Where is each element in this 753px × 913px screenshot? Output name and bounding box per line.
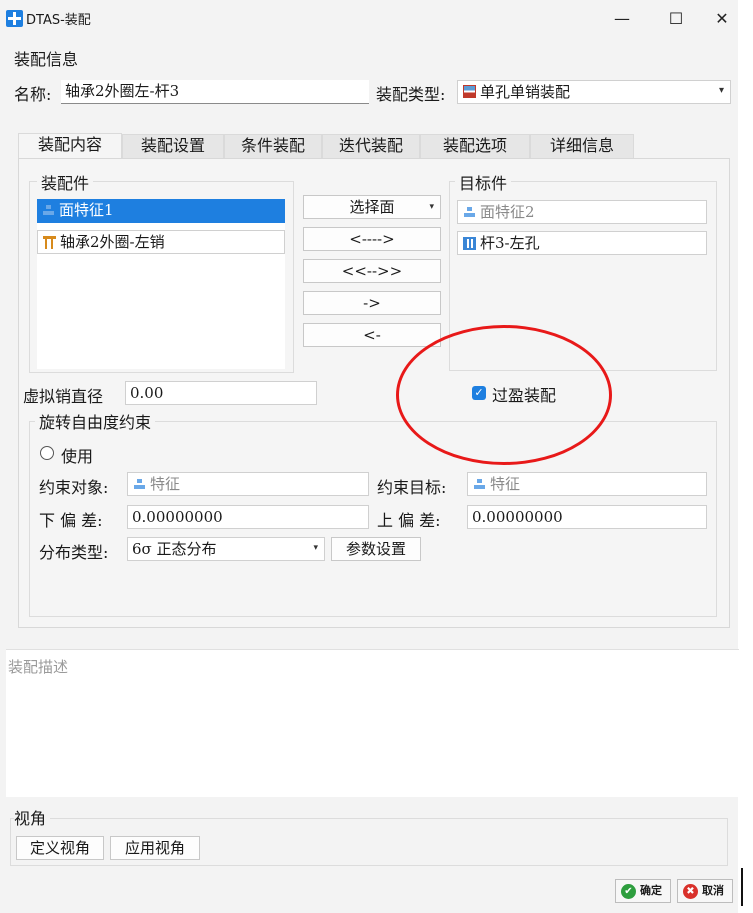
constraint-object-input[interactable]: 特征	[127, 472, 369, 496]
title-bar: DTAS-装配 — ☐ ✕	[0, 0, 738, 38]
cancel-button[interactable]: ✖ 取消	[677, 879, 733, 903]
use-radio[interactable]	[40, 446, 54, 460]
list-item[interactable]: 杆3-左孔	[457, 231, 707, 255]
assembly-description-textarea[interactable]: 装配描述	[6, 649, 739, 797]
list-item[interactable]: 面特征2	[457, 200, 707, 224]
feature-icon	[133, 478, 146, 491]
ok-button[interactable]: ✔ 确定	[615, 879, 671, 903]
lower-deviation-label: 下 偏 差:	[39, 511, 103, 530]
list-item-label: 杆3-左孔	[480, 234, 540, 252]
list-item[interactable]: 面特征1	[37, 199, 285, 223]
assembly-parts-list[interactable]: 面特征1 轴承2外圈-左销	[37, 199, 285, 369]
rotation-constraint-label: 旋转自由度约束	[35, 409, 156, 433]
maximize-button[interactable]: ☐	[654, 4, 698, 34]
distribution-type-value: 6σ 正态分布	[132, 540, 217, 558]
pair-button[interactable]: <---->	[303, 227, 441, 251]
assembly-type-icon	[463, 85, 476, 98]
feature-icon	[473, 478, 486, 491]
cursor-line	[741, 868, 743, 906]
close-button[interactable]: ✕	[700, 4, 744, 34]
tab-assembly-content[interactable]: 装配内容	[18, 133, 122, 159]
tab-panel-assembly-content: 装配件 面特征1 轴承2外圈-左销 选择面 ▾ <----> <<-->> ->…	[18, 158, 730, 628]
cancel-circle-icon: ✖	[683, 884, 698, 899]
tab-conditional-assembly[interactable]: 条件装配	[224, 134, 322, 158]
tab-iterative-assembly[interactable]: 迭代装配	[322, 134, 420, 158]
check-circle-icon: ✔	[621, 884, 636, 899]
use-label: 使用	[61, 447, 94, 466]
constraint-object-label: 约束对象:	[39, 478, 109, 497]
cancel-button-label: 取消	[702, 884, 724, 897]
face-feature-icon	[42, 204, 55, 217]
parameter-settings-button[interactable]: 参数设置	[331, 537, 421, 561]
distribution-type-select[interactable]: 6σ 正态分布 ▾	[127, 537, 325, 561]
pin-icon	[43, 236, 56, 249]
chevron-down-icon: ▾	[429, 202, 434, 212]
upper-deviation-input[interactable]: 0.00000000	[467, 505, 707, 529]
select-face-label: 选择面	[349, 198, 395, 216]
target-parts-label: 目标件	[455, 170, 512, 194]
assembly-type-value: 单孔单销装配	[480, 83, 571, 101]
face-feature-icon	[463, 206, 476, 219]
ok-button-label: 确定	[640, 884, 662, 897]
list-item[interactable]: 轴承2外圈-左销	[37, 230, 285, 254]
list-item-label: 面特征1	[59, 201, 114, 219]
pair-all-button[interactable]: <<-->>	[303, 259, 441, 283]
rod-icon	[463, 237, 476, 250]
assembly-info-label: 装配信息	[14, 50, 79, 69]
list-item-label: 面特征2	[480, 203, 535, 221]
name-input[interactable]: 轴承2外圈左-杆3	[61, 80, 369, 104]
view-angle-label: 视角	[14, 805, 51, 829]
define-view-button[interactable]: 定义视角	[16, 836, 104, 860]
window-title: DTAS-装配	[26, 13, 91, 28]
upper-deviation-label: 上 偏 差:	[377, 511, 441, 530]
tab-assembly-options[interactable]: 装配选项	[420, 134, 530, 158]
lower-deviation-input[interactable]: 0.00000000	[127, 505, 369, 529]
description-placeholder: 装配描述	[8, 658, 69, 676]
virtual-pin-label: 虚拟销直径	[23, 387, 104, 406]
minimize-button[interactable]: —	[600, 4, 644, 34]
app-logo-icon	[6, 10, 23, 27]
constraint-target-value: 特征	[490, 475, 521, 493]
dialog-window: DTAS-装配 — ☐ ✕ 装配信息 名称: 轴承2外圈左-杆3 装配类型: 单…	[0, 0, 739, 913]
list-item-label: 轴承2外圈-左销	[60, 233, 165, 251]
chevron-down-icon: ▾	[718, 85, 724, 96]
name-label: 名称:	[14, 85, 52, 104]
constraint-target-label: 约束目标:	[377, 478, 447, 497]
assembly-type-select[interactable]: 单孔单销装配 ▾	[457, 80, 731, 104]
annotation-ellipse	[396, 325, 612, 465]
constraint-object-value: 特征	[150, 475, 181, 493]
tab-detail-info[interactable]: 详细信息	[530, 134, 634, 158]
move-left-button[interactable]: <-	[303, 323, 441, 347]
assembly-parts-label: 装配件	[37, 170, 94, 194]
distribution-type-label: 分布类型:	[39, 543, 109, 562]
select-face-dropdown[interactable]: 选择面 ▾	[303, 195, 441, 219]
chevron-down-icon: ▾	[313, 543, 318, 553]
constraint-target-input[interactable]: 特征	[467, 472, 707, 496]
assembly-type-label: 装配类型:	[376, 85, 446, 104]
tab-assembly-settings[interactable]: 装配设置	[122, 134, 224, 158]
move-right-button[interactable]: ->	[303, 291, 441, 315]
apply-view-button[interactable]: 应用视角	[110, 836, 200, 860]
virtual-pin-input[interactable]: 0.00	[125, 381, 317, 405]
